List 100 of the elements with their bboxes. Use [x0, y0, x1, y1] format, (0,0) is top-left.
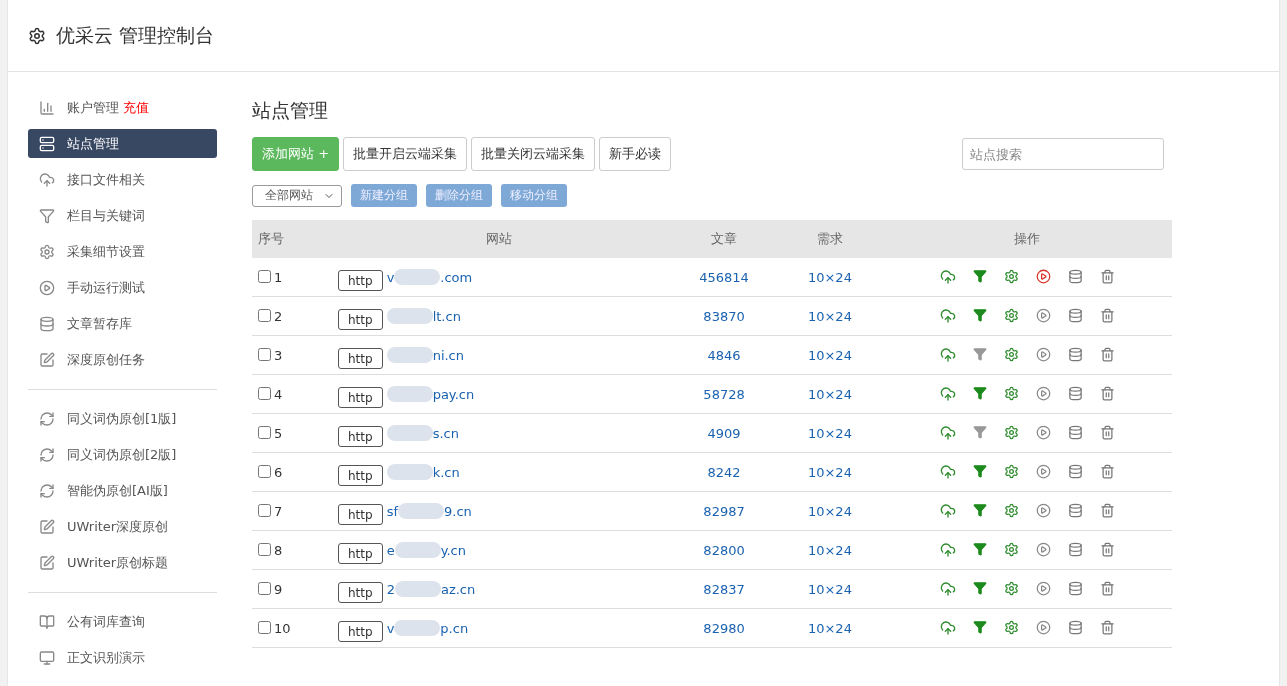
trash-icon[interactable] [1099, 620, 1115, 635]
trash-icon[interactable] [1099, 269, 1115, 284]
trash-icon[interactable] [1099, 581, 1115, 596]
toolbar-button[interactable]: 批量关闭云端采集 [471, 137, 596, 171]
protocol-label[interactable]: http [338, 464, 383, 486]
article-count[interactable]: 456814 [699, 269, 749, 285]
cloud-upload-icon[interactable] [939, 347, 956, 363]
filter-icon[interactable] [972, 542, 987, 556]
database-icon[interactable] [1067, 308, 1083, 323]
sidebar-item[interactable]: 栏目与关键词 [28, 201, 217, 230]
demand-text[interactable]: 10×24 [807, 386, 852, 402]
filter-icon[interactable] [972, 464, 987, 478]
row-checkbox[interactable] [258, 386, 271, 400]
protocol-label[interactable]: http [338, 581, 383, 603]
gears-icon[interactable] [1003, 425, 1019, 440]
row-checkbox[interactable] [258, 620, 271, 634]
filter-icon[interactable] [972, 386, 987, 400]
database-icon[interactable] [1067, 503, 1083, 518]
cloud-upload-icon[interactable] [939, 425, 956, 441]
row-checkbox[interactable] [258, 542, 271, 556]
gears-icon[interactable] [1003, 581, 1019, 596]
play-icon[interactable] [1035, 308, 1051, 323]
search-field[interactable]: 站点搜索 [962, 138, 1164, 170]
cloud-upload-icon[interactable] [939, 308, 956, 324]
row-checkbox[interactable] [258, 503, 271, 517]
protocol-label[interactable]: http [338, 542, 383, 564]
gears-icon[interactable] [1003, 503, 1019, 518]
article-count[interactable]: 8242 [707, 464, 741, 480]
gears-icon[interactable] [1003, 542, 1019, 557]
filter-icon[interactable] [972, 581, 987, 595]
demand-text[interactable]: 10×24 [807, 581, 852, 597]
play-icon[interactable] [1035, 503, 1051, 518]
filter-icon[interactable] [972, 503, 987, 517]
play-icon[interactable] [1035, 464, 1051, 479]
database-icon[interactable] [1067, 464, 1083, 479]
filter-icon[interactable] [972, 308, 987, 322]
demand-text[interactable]: 10×24 [807, 503, 852, 519]
cloud-upload-icon[interactable] [939, 581, 956, 597]
protocol-label[interactable]: http [338, 425, 383, 447]
filter-icon[interactable] [972, 269, 987, 283]
trash-icon[interactable] [1099, 386, 1115, 401]
article-count[interactable]: 82987 [703, 503, 745, 519]
row-checkbox[interactable] [258, 464, 271, 478]
row-checkbox[interactable] [258, 347, 271, 361]
filter-icon[interactable] [972, 347, 987, 361]
play-icon[interactable] [1035, 425, 1051, 440]
database-icon[interactable] [1067, 269, 1083, 284]
sidebar-item[interactable]: 公有词库查询 [28, 607, 217, 636]
cloud-upload-icon[interactable] [939, 503, 956, 519]
demand-text[interactable]: 10×24 [807, 542, 852, 558]
demand-text[interactable]: 10×24 [807, 308, 852, 324]
protocol-label[interactable]: http [338, 347, 383, 369]
trash-icon[interactable] [1099, 347, 1115, 362]
article-count[interactable]: 4846 [707, 347, 741, 363]
sidebar-item[interactable]: 深度原创任务 [28, 345, 217, 374]
database-icon[interactable] [1067, 386, 1083, 401]
database-icon[interactable] [1067, 425, 1083, 440]
demand-text[interactable]: 10×24 [807, 347, 852, 363]
cloud-upload-icon[interactable] [939, 464, 956, 480]
article-count[interactable]: 83870 [703, 308, 745, 324]
row-checkbox[interactable] [258, 581, 271, 595]
sidebar-item[interactable]: 正文识别演示 [28, 643, 217, 672]
sidebar-item[interactable]: UWriter原创标题 [28, 548, 217, 577]
gears-icon[interactable] [1003, 464, 1019, 479]
cloud-upload-icon[interactable] [939, 269, 956, 285]
toolbar-button[interactable]: 新手必读 [599, 137, 672, 171]
gears-icon[interactable] [1003, 347, 1019, 362]
database-icon[interactable] [1067, 542, 1083, 557]
cloud-upload-icon[interactable] [939, 386, 956, 402]
article-count[interactable]: 4909 [707, 425, 741, 441]
toolbar-button[interactable]: 批量开启云端采集 [343, 137, 468, 171]
database-icon[interactable] [1067, 581, 1083, 596]
sidebar-item[interactable]: 同义词伪原创[2版] [28, 440, 217, 469]
sidebar-item[interactable]: 同义词伪原创[1版] [28, 404, 217, 433]
sidebar-item[interactable]: UWriter深度原创 [28, 512, 217, 541]
row-checkbox[interactable] [258, 425, 271, 439]
sidebar-item[interactable]: 文章暂存库 [28, 309, 217, 338]
gears-icon[interactable] [1003, 269, 1019, 284]
group-select[interactable]: 全部网站 [252, 184, 342, 207]
play-icon[interactable] [1035, 620, 1051, 635]
trash-icon[interactable] [1099, 308, 1115, 323]
demand-text[interactable]: 10×24 [807, 620, 852, 636]
article-count[interactable]: 82800 [703, 542, 745, 558]
article-count[interactable]: 82837 [703, 581, 745, 597]
gears-icon[interactable] [1003, 386, 1019, 401]
sidebar-item[interactable]: 站点管理 [28, 129, 217, 158]
article-count[interactable]: 58728 [703, 386, 745, 402]
protocol-label[interactable]: http [338, 503, 383, 525]
demand-text[interactable]: 10×24 [807, 269, 852, 285]
trash-icon[interactable] [1099, 503, 1115, 518]
play-icon[interactable] [1035, 386, 1051, 401]
trash-icon[interactable] [1099, 542, 1115, 557]
gears-icon[interactable] [1003, 620, 1019, 635]
row-checkbox[interactable] [258, 269, 271, 283]
sidebar-item[interactable]: 接口文件相关 [28, 165, 217, 194]
sidebar-item[interactable]: 采集细节设置 [28, 237, 217, 266]
protocol-label[interactable]: http [338, 269, 383, 291]
filter-icon[interactable] [972, 425, 987, 439]
database-icon[interactable] [1067, 620, 1083, 635]
play-icon[interactable] [1035, 542, 1051, 557]
